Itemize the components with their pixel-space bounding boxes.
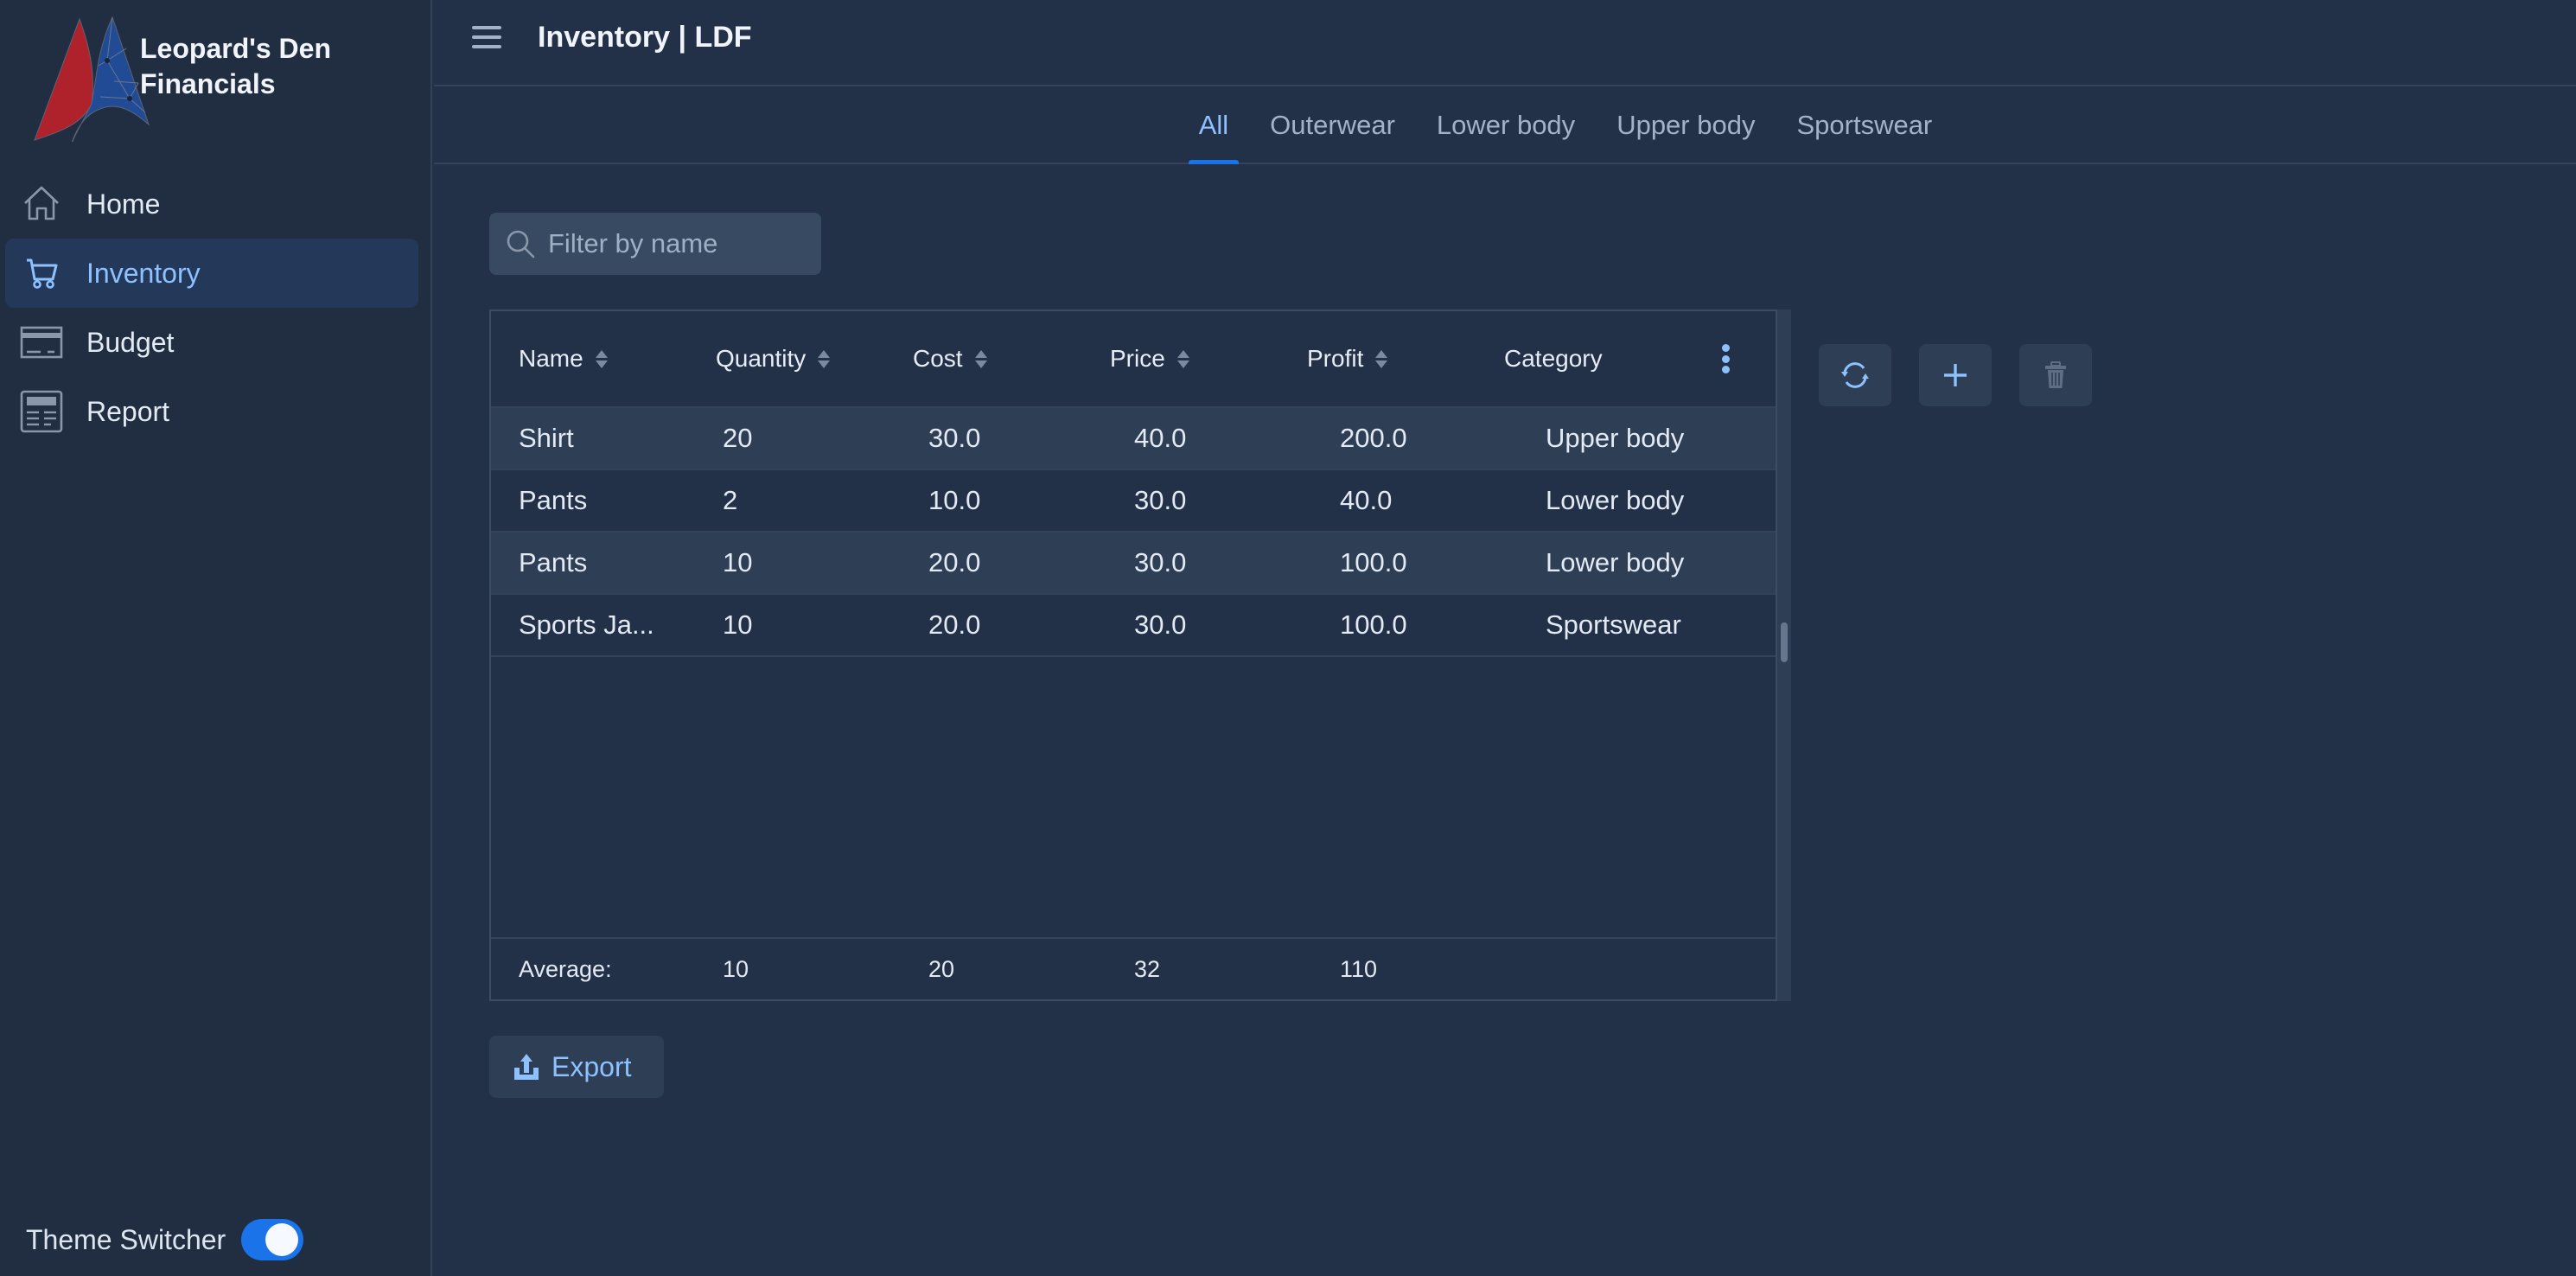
sort-icon[interactable] (1176, 349, 1189, 368)
table-footer: Average: 10 20 32 110 (491, 937, 1776, 999)
toggle-knob (265, 1223, 299, 1256)
scrollbar-thumb[interactable] (1781, 622, 1788, 662)
refresh-button[interactable] (1819, 344, 1891, 406)
page-title: Inventory | LDF (538, 21, 752, 54)
export-label: Export (552, 1050, 632, 1082)
cell-cost: 10.0 (928, 485, 981, 515)
cart-icon (17, 249, 66, 297)
top-bar: Inventory | LDF (434, 0, 2576, 86)
newspaper-icon (17, 387, 66, 436)
cell-category: Lower body (1546, 547, 1685, 577)
table-row[interactable]: Shirt 20 30.0 40.0 200.0 Upper body (491, 408, 1776, 470)
cell-profit: 40.0 (1340, 485, 1393, 515)
cell-price: 40.0 (1134, 423, 1187, 453)
table-row[interactable]: Sports Ja... 10 20.0 30.0 100.0 Sportswear (491, 595, 1776, 657)
column-menu-icon[interactable] (1722, 344, 1731, 373)
refresh-icon (1841, 362, 1869, 388)
brand-name: Leopard's Den Financials (140, 33, 331, 99)
table-scrollbar[interactable] (1777, 309, 1791, 1001)
hamburger-icon[interactable] (472, 26, 501, 52)
cell-name: Shirt (519, 423, 574, 453)
column-header-cost[interactable]: Cost (913, 311, 987, 406)
column-header-quantity[interactable]: Quantity (716, 311, 831, 406)
column-header-name[interactable]: Name (519, 311, 608, 406)
cell-name: Pants (519, 547, 588, 577)
footer-avg-cost: 20 (928, 956, 955, 982)
tab-lower-body[interactable]: Lower body (1416, 88, 1596, 163)
cell-cost: 20.0 (928, 547, 981, 577)
category-tabs: All Outerwear Lower body Upper body Spor… (434, 88, 2576, 164)
trash-icon (2045, 361, 2066, 388)
cell-quantity: 20 (723, 423, 753, 453)
export-button[interactable]: Export (489, 1036, 664, 1098)
upload-icon (514, 1054, 539, 1080)
card-icon (17, 318, 66, 367)
cell-category: Lower body (1546, 485, 1685, 515)
cell-category: Upper body (1546, 423, 1685, 453)
cell-quantity: 2 (723, 485, 738, 515)
cell-profit: 200.0 (1340, 423, 1407, 453)
sidebar-nav: Home Inventory Budget Report (5, 169, 418, 446)
column-header-price[interactable]: Price (1110, 311, 1189, 406)
tab-sportswear[interactable]: Sportswear (1776, 88, 1953, 163)
sort-icon[interactable] (818, 349, 831, 368)
sidebar-item-label: Budget (86, 326, 175, 358)
tab-upper-body[interactable]: Upper body (1596, 88, 1776, 163)
footer-avg-quantity: 10 (723, 956, 749, 982)
home-icon (17, 180, 66, 228)
filter-field (489, 213, 821, 275)
sort-icon[interactable] (595, 349, 608, 368)
cell-cost: 30.0 (928, 423, 981, 453)
sort-icon[interactable] (974, 349, 987, 368)
app-root: Leopard's Den Financials Home Inventory … (0, 0, 2576, 1276)
search-icon (507, 230, 535, 258)
sidebar-item-label: Report (86, 395, 170, 427)
cell-price: 30.0 (1134, 547, 1187, 577)
inventory-table: Name Quantity Cost Price Profit Category… (489, 309, 1777, 1001)
cell-cost: 20.0 (928, 609, 981, 640)
cell-quantity: 10 (723, 609, 753, 640)
theme-toggle[interactable] (241, 1219, 304, 1260)
table-header: Name Quantity Cost Price Profit Category (491, 311, 1776, 408)
table-row[interactable]: Pants 2 10.0 30.0 40.0 Lower body (491, 470, 1776, 533)
theme-switcher: Theme Switcher (26, 1219, 304, 1260)
cell-name: Pants (519, 485, 588, 515)
cell-price: 30.0 (1134, 609, 1187, 640)
sidebar-item-budget[interactable]: Budget (5, 308, 418, 377)
sidebar-item-inventory[interactable]: Inventory (5, 239, 418, 308)
sidebar-item-label: Inventory (86, 257, 201, 289)
sidebar-item-report[interactable]: Report (5, 377, 418, 446)
footer-label: Average: (519, 956, 612, 982)
cell-category: Sportswear (1546, 609, 1681, 640)
delete-button[interactable] (2019, 344, 2092, 406)
sort-icon[interactable] (1375, 349, 1388, 368)
sidebar-item-label: Home (86, 188, 161, 220)
cell-quantity: 10 (723, 547, 753, 577)
table-body: Shirt 20 30.0 40.0 200.0 Upper body Pants 2 10.0… (491, 408, 1776, 657)
filter-input[interactable] (548, 228, 807, 259)
sidebar: Leopard's Den Financials Home Inventory … (0, 0, 432, 1276)
column-header-category: Category (1504, 345, 1603, 372)
cell-profit: 100.0 (1340, 609, 1407, 640)
cell-name: Sports Ja... (519, 609, 654, 640)
column-header-profit[interactable]: Profit (1307, 311, 1388, 406)
footer-avg-price: 32 (1134, 956, 1161, 982)
brand-logo-icon (34, 16, 150, 142)
cell-price: 30.0 (1134, 485, 1187, 515)
theme-switcher-label: Theme Switcher (26, 1223, 226, 1255)
plus-icon (1944, 364, 1967, 386)
sidebar-item-home[interactable]: Home (5, 169, 418, 239)
cell-profit: 100.0 (1340, 547, 1407, 577)
table-row[interactable]: Pants 10 20.0 30.0 100.0 Lower body (491, 533, 1776, 595)
footer-avg-profit: 110 (1340, 956, 1378, 982)
brand (31, 9, 154, 142)
add-button[interactable] (1919, 344, 1992, 406)
tab-all[interactable]: All (1178, 88, 1249, 164)
tab-outerwear[interactable]: Outerwear (1249, 88, 1416, 163)
